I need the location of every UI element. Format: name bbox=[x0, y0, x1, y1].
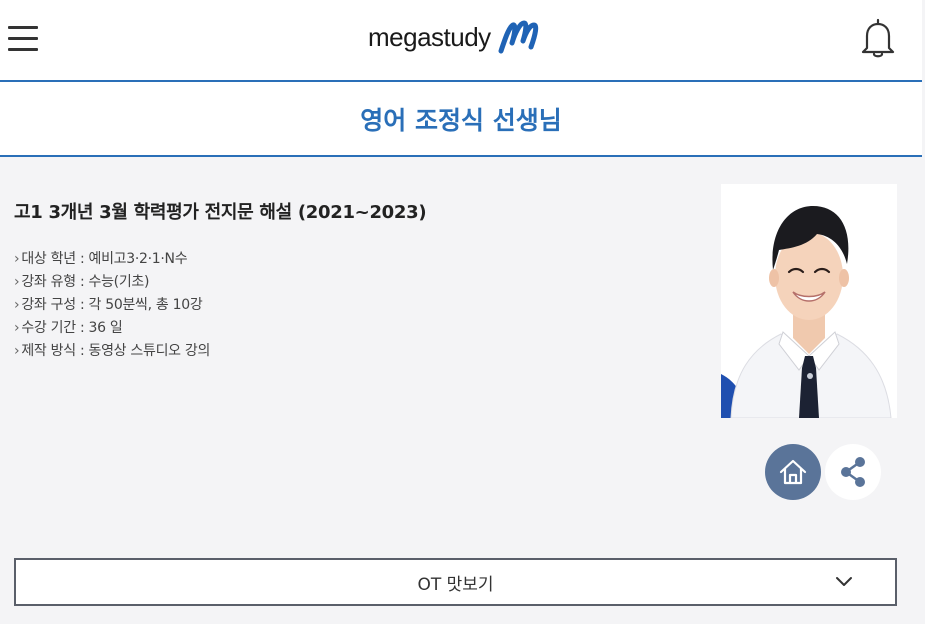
logo-text: megastudy bbox=[368, 21, 491, 52]
title-bar: 영어 조정식 선생님 bbox=[0, 82, 922, 157]
info-item-type: › 강좌 유형 : 수능(기초) bbox=[14, 274, 150, 290]
chevron-right-icon: › bbox=[14, 297, 20, 313]
teacher-photo bbox=[721, 184, 897, 418]
share-icon bbox=[841, 457, 865, 487]
chevron-right-icon: › bbox=[14, 320, 20, 336]
course-title: 고1 3개년 3월 학력평가 전지문 해설 (2021~2023) bbox=[14, 202, 427, 223]
top-header: megastudy bbox=[0, 0, 922, 82]
logo-mark-icon bbox=[498, 20, 538, 54]
chevron-right-icon: › bbox=[14, 343, 20, 359]
info-item-period: › 수강 기간 : 36 일 bbox=[14, 320, 123, 336]
hamburger-menu-icon[interactable] bbox=[8, 26, 38, 51]
info-item-production: › 제작 방식 : 동영상 스튜디오 강의 bbox=[14, 343, 211, 359]
home-icon bbox=[779, 459, 807, 485]
ot-preview-dropdown[interactable]: OT 맛보기 bbox=[14, 558, 897, 606]
chevron-right-icon: › bbox=[14, 251, 20, 267]
ot-preview-label: OT 맛보기 bbox=[417, 574, 494, 595]
share-button[interactable] bbox=[825, 444, 881, 500]
megastudy-logo[interactable]: megastudy bbox=[368, 16, 539, 58]
bell-icon[interactable] bbox=[858, 16, 898, 60]
home-button[interactable] bbox=[765, 444, 821, 500]
chevron-down-icon bbox=[836, 577, 852, 586]
chevron-right-icon: › bbox=[14, 274, 20, 290]
page-title: 영어 조정식 선생님 bbox=[360, 105, 562, 135]
info-item-grade: › 대상 학년 : 예비고3·2·1·N수 bbox=[14, 251, 188, 267]
info-item-composition: › 강좌 구성 : 각 50분씩, 총 10강 bbox=[14, 297, 203, 313]
course-info-list: › 대상 학년 : 예비고3·2·1·N수 › 강좌 유형 : 수능(기초) › 강좌… bbox=[14, 248, 210, 363]
